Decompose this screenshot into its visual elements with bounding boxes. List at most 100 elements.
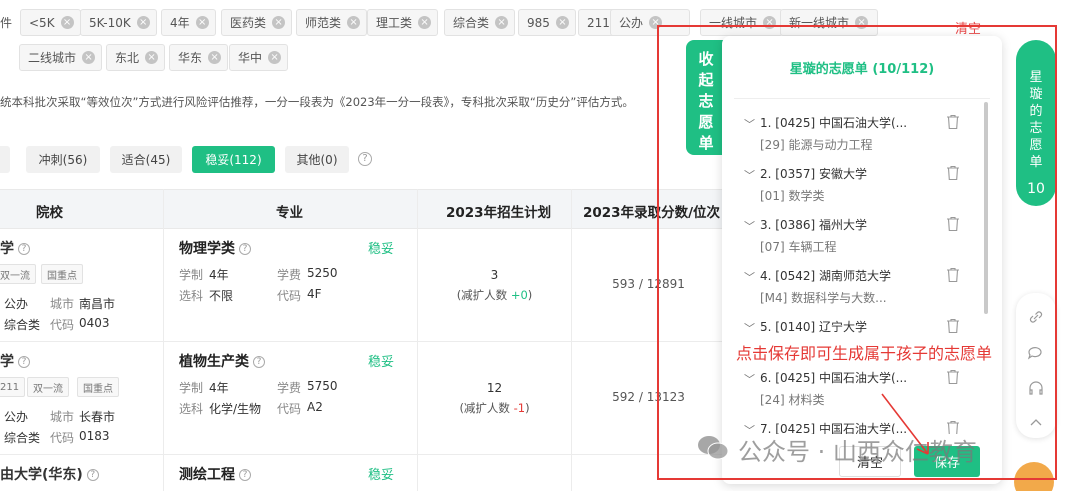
help-icon: ?: [18, 356, 30, 368]
filter-tag[interactable]: 二线城市 ×: [19, 44, 103, 71]
filter-tag-label: 二线城市: [28, 51, 77, 65]
school-code: 0403: [79, 316, 110, 330]
plan-count: 12: [486, 381, 503, 395]
city-value: 长春市: [79, 410, 116, 424]
close-icon[interactable]: ×: [208, 51, 222, 64]
badge-key: 国重点: [77, 377, 119, 397]
close-icon[interactable]: ×: [495, 16, 509, 29]
duration-label: 学制: [179, 268, 204, 282]
highlight-frame: [657, 25, 1057, 480]
help-icon: ?: [253, 356, 265, 368]
filter-tag[interactable]: 理工类 ×: [367, 9, 439, 36]
fee-value: 5750: [307, 379, 338, 393]
plan-delta: +0: [510, 288, 528, 302]
table-row[interactable]: 学? 双一流 国重点 公办 城市 南昌市 综合类 代码 0403 物理学类? 稳…: [0, 229, 725, 342]
filter-tag-label: 师范类: [305, 16, 342, 30]
table-row[interactable]: 由大学(华东)? 测绘工程? 稳妥: [0, 455, 725, 491]
filter-tag-label: 华中: [238, 51, 263, 65]
filter-tag-label: 985: [527, 15, 550, 30]
help-icon: ?: [239, 469, 251, 481]
subject-label: 选科: [179, 289, 204, 303]
filter-tag-label: 理工类: [376, 16, 413, 30]
close-icon[interactable]: ×: [195, 16, 209, 29]
fee-label: 学费: [277, 268, 302, 282]
filter-tag-label: <5K: [29, 15, 55, 30]
risk-label: 稳妥: [368, 242, 395, 257]
major-code-label: 代码: [277, 402, 302, 416]
filter-tag-label: 公办: [619, 16, 644, 30]
filter-tag[interactable]: 5K-10K ×: [80, 9, 157, 36]
city-label: 城市: [50, 297, 75, 311]
table-header: 院校 专业 2023年招生计划 2023年录取分数/位次: [0, 189, 725, 229]
wechat-icon: [698, 436, 729, 460]
school-nature: 公办: [4, 297, 29, 311]
school-name[interactable]: 学?: [0, 351, 30, 371]
plan-note: (减扩人数 +0): [456, 288, 533, 302]
close-icon[interactable]: ×: [82, 51, 96, 64]
major-code-label: 代码: [277, 289, 302, 303]
plan-count: 3: [490, 268, 499, 282]
filter-tag[interactable]: 华中 ×: [229, 44, 289, 71]
filter-tag-label: 医药类: [230, 16, 267, 30]
fee-label: 学费: [277, 381, 302, 395]
duration-label: 学制: [179, 381, 204, 395]
school-code: 0183: [79, 429, 110, 443]
close-icon[interactable]: ×: [272, 16, 286, 29]
filter-tag[interactable]: 医药类 ×: [221, 9, 293, 36]
badge-211: 211: [0, 377, 26, 397]
duration-value: 4年: [209, 268, 229, 282]
city-value: 南昌市: [79, 297, 116, 311]
school-type: 综合类: [4, 318, 41, 332]
major-name[interactable]: 物理学类?: [179, 238, 251, 258]
annotation-text: 点击保存即可生成属于孩子的志愿单: [736, 344, 993, 363]
help-icon[interactable]: ?: [358, 152, 372, 166]
badge-key: 国重点: [41, 264, 83, 284]
close-icon[interactable]: ×: [418, 16, 432, 29]
major-name[interactable]: 测绘工程?: [179, 464, 251, 484]
filter-tag-label: 综合类: [453, 16, 490, 30]
filter-tag-label: 4年: [170, 16, 190, 30]
risk-label: 稳妥: [368, 468, 395, 483]
subject-value: 化学/生物: [209, 402, 262, 416]
filter-tag[interactable]: 华东 ×: [169, 44, 229, 71]
tab-safe[interactable]: 稳妥(112): [192, 146, 275, 173]
close-icon[interactable]: ×: [347, 16, 361, 29]
close-icon[interactable]: ×: [145, 51, 159, 64]
filter-tag[interactable]: <5K ×: [20, 9, 81, 36]
tab-other[interactable]: 其他(0): [285, 146, 349, 173]
plan-note: (减扩人数 -1): [459, 401, 530, 415]
close-icon[interactable]: ×: [268, 51, 282, 64]
filter-row-prefix: 件: [0, 16, 13, 30]
tab-partial[interactable]: ): [0, 146, 10, 173]
filter-tag[interactable]: 东北 ×: [106, 44, 166, 71]
city-label: 城市: [50, 410, 75, 424]
header-school: 院校: [36, 205, 63, 221]
filter-tag[interactable]: 4年 ×: [161, 9, 216, 36]
close-icon[interactable]: ×: [60, 16, 74, 29]
fee-value: 5250: [307, 266, 338, 280]
tab-suitable[interactable]: 适合(45): [110, 146, 182, 173]
filter-tag[interactable]: 985 ×: [518, 9, 576, 36]
school-name[interactable]: 学?: [0, 238, 30, 258]
filter-tag[interactable]: 综合类 ×: [444, 9, 516, 36]
close-icon[interactable]: ×: [555, 16, 569, 29]
badge-double-first: 双一流: [0, 264, 36, 284]
tab-rush[interactable]: 冲刺(56): [26, 146, 100, 173]
code-label: 代码: [50, 431, 75, 445]
subject-value: 不限: [209, 289, 234, 303]
risk-label: 稳妥: [368, 355, 395, 370]
subject-label: 选科: [179, 402, 204, 416]
assessment-note: 统本科批次采取“等效位次”方式进行风险评估推荐，一分一段表为《2023年一分一段…: [0, 95, 634, 109]
school-type: 综合类: [4, 431, 41, 445]
watermark: 公众号 · 山西众仁教育: [738, 438, 977, 466]
school-name[interactable]: 由大学(华东)?: [0, 464, 99, 484]
close-icon[interactable]: ×: [136, 16, 150, 29]
major-name[interactable]: 植物生产类?: [179, 351, 265, 371]
table-row[interactable]: 学? 211 双一流 国重点 公办 城市 长春市 综合类 代码 0183 植物生…: [0, 342, 725, 455]
help-icon: ?: [18, 243, 30, 255]
filter-tag[interactable]: 师范类 ×: [296, 9, 368, 36]
plan-delta: -1: [513, 401, 526, 415]
code-label: 代码: [50, 318, 75, 332]
filter-tag-label: 华东: [178, 51, 203, 65]
major-code: 4F: [307, 287, 322, 301]
